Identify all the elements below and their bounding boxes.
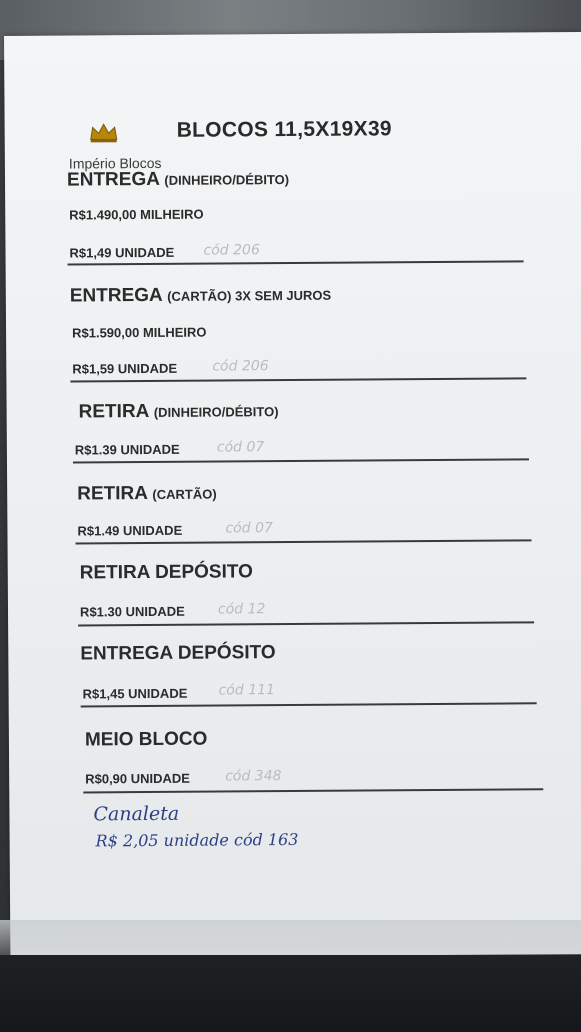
price-line: R$1.490,00 MILHEIRO xyxy=(69,206,204,223)
price-line: R$1.590,00 MILHEIRO xyxy=(72,324,207,341)
price-line: R$1,49 UNIDADE xyxy=(69,244,175,261)
price-line: R$1.30 UNIDADE xyxy=(79,603,185,620)
price-sheet: Império Blocos BLOCOS 11,5X19X39 ENTREGA… xyxy=(4,31,581,958)
section-title: ENTREGA DEPÓSITO xyxy=(80,642,276,665)
section-title: MEIO BLOCO xyxy=(84,728,208,751)
price-line: R$0,90 UNIDADE xyxy=(85,770,191,787)
section-heading: RETIRA DEPÓSITO xyxy=(80,561,253,584)
pencil-code: cód 206 xyxy=(212,358,269,375)
pencil-code: cód 111 xyxy=(218,682,275,699)
pencil-code: cód 12 xyxy=(217,601,266,618)
section-title: ENTREGA xyxy=(69,284,163,307)
handwritten-product: Canaleta xyxy=(93,802,180,826)
divider xyxy=(78,621,535,627)
handwritten-price: R$ 2,05 unidade cód 163 xyxy=(95,829,299,851)
section-heading: RETIRA (CARTÃO) xyxy=(77,483,217,506)
divider xyxy=(75,539,532,545)
section-title: RETIRA xyxy=(78,400,150,423)
section-heading: ENTREGA (DINHEIRO/DÉBITO) xyxy=(67,168,289,192)
pencil-code: cód 348 xyxy=(225,768,282,785)
crown-icon xyxy=(90,123,118,143)
divider xyxy=(83,788,544,794)
divider xyxy=(70,377,527,383)
section-qualifier: (CARTÃO) xyxy=(152,486,217,502)
sleeve-edge xyxy=(0,920,581,960)
background-bottom xyxy=(0,955,581,1032)
section-heading: RETIRA (DINHEIRO/DÉBITO) xyxy=(79,400,279,423)
price-line: R$1,59 UNIDADE xyxy=(72,360,178,377)
divider xyxy=(72,458,529,464)
section-title: RETIRA xyxy=(77,483,149,505)
divider xyxy=(80,702,537,708)
section-heading: MEIO BLOCO xyxy=(85,729,208,752)
section-qualifier: (CARTÃO) 3X SEM JUROS xyxy=(167,287,332,304)
price-line: R$1.39 UNIDADE xyxy=(74,441,180,458)
pencil-code: cód 07 xyxy=(225,520,273,537)
divider xyxy=(67,260,524,266)
price-line: R$1,45 UNIDADE xyxy=(82,685,188,702)
section-heading: ENTREGA DEPÓSITO xyxy=(80,642,275,665)
page-title: BLOCOS 11,5X19X39 xyxy=(176,117,392,142)
section-title: RETIRA DEPÓSITO xyxy=(79,561,253,584)
section-qualifier: (DINHEIRO/DÉBITO) xyxy=(153,404,279,420)
section-qualifier: (DINHEIRO/DÉBITO) xyxy=(164,172,290,188)
pencil-code: cód 07 xyxy=(216,439,265,456)
section-heading: ENTREGA (CARTÃO) 3X SEM JUROS xyxy=(70,284,331,308)
section-title: ENTREGA xyxy=(66,168,160,191)
price-line: R$1.49 UNIDADE xyxy=(77,522,183,539)
pencil-code: cód 206 xyxy=(203,242,260,259)
